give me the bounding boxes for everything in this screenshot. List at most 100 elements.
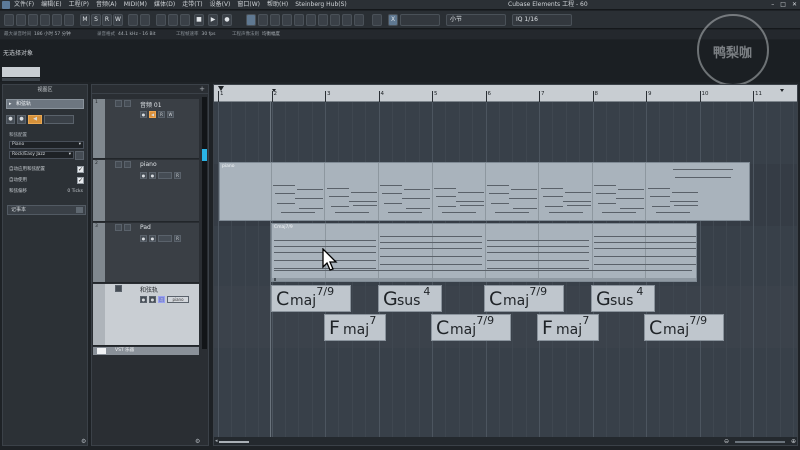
inspector-track-button[interactable]: ▸ 和弦轨 (6, 99, 84, 109)
mute-button[interactable]: ● (140, 172, 147, 179)
frame-rate-info[interactable]: 工程帧速率 30 fps (176, 30, 215, 39)
undo-icon[interactable] (16, 14, 26, 26)
lane-icon[interactable] (52, 14, 62, 26)
track-name[interactable]: Pad (140, 224, 151, 231)
auto-apply-option[interactable]: 自动应用和弦配置 ✓ (9, 165, 84, 174)
track-expand-icon[interactable] (115, 224, 122, 231)
track-piano[interactable]: 2 piano ● ● R (93, 160, 199, 222)
vst-instruments-folder[interactable]: VST 乐器 (93, 347, 199, 355)
instrument-button[interactable] (158, 172, 172, 179)
follow-button[interactable]: ♫ (158, 296, 165, 303)
chord-event[interactable]: Fmaj 7 (324, 314, 386, 341)
chord-offset-value[interactable]: 0 Ticks (67, 187, 83, 196)
snap-type-select[interactable]: 小节 (446, 14, 506, 26)
instrument-button[interactable] (158, 235, 172, 242)
solo-button[interactable]: ● (17, 115, 26, 124)
redo-icon[interactable] (28, 14, 38, 26)
track-folder-icon[interactable] (124, 224, 131, 231)
play-tool-icon[interactable] (354, 14, 364, 26)
chord-event[interactable]: Cmaj 7/9 (484, 285, 564, 312)
erase-tool-icon[interactable] (294, 14, 304, 26)
read-button[interactable]: R (158, 111, 165, 118)
track-chord[interactable]: 和弦轨 ● ● ♫ piano (93, 284, 199, 346)
menu-file[interactable]: 文件(F) (14, 0, 34, 10)
zoom-tool-icon[interactable] (306, 14, 316, 26)
zoom-in-icon[interactable]: ⊕ (791, 437, 796, 445)
volume-slider[interactable] (44, 115, 74, 124)
minimize-icon[interactable]: – (771, 0, 774, 10)
chord-event[interactable]: Cmaj 7/9 (431, 314, 511, 341)
notebook-section[interactable]: 记事本 (7, 205, 86, 215)
stop-button[interactable]: ■ (194, 14, 204, 26)
horizontal-scrollbar[interactable]: ◂ ⊖ ⊕ (214, 437, 797, 445)
chord-event[interactable]: Cmaj 7/9 (271, 285, 351, 312)
resize-handle[interactable] (274, 278, 276, 281)
object-select-tool-icon[interactable] (246, 14, 256, 26)
draw-tool-icon[interactable] (330, 14, 340, 26)
track-audio-01[interactable]: 1 音频 01 ● ◀ R W (93, 99, 199, 159)
play-button[interactable]: ▶ (208, 14, 218, 26)
range-tool-icon[interactable] (258, 14, 268, 26)
chord-event[interactable]: Fmaj 7 (537, 314, 599, 341)
menu-midi[interactable]: MIDI(M) (124, 0, 147, 10)
cubase-app-icon[interactable] (2, 1, 10, 9)
menu-window[interactable]: 窗口(W) (237, 0, 260, 10)
quantize-select[interactable]: IQ 1/16 (512, 14, 572, 26)
track-name[interactable]: 和弦轨 (140, 285, 158, 294)
color-tool-icon[interactable] (372, 14, 382, 26)
pan-law-info[interactable]: 工程声像法则 均衡幅度 (232, 30, 280, 39)
edit-icon[interactable] (64, 14, 74, 26)
menu-devices[interactable]: 设备(V) (210, 0, 231, 10)
mute-button[interactable]: ● (6, 115, 15, 124)
scroll-thumb[interactable] (219, 441, 249, 443)
menu-media[interactable]: 媒体(D) (154, 0, 175, 10)
track-pad[interactable]: 3 Pad ● ● R (93, 223, 199, 283)
constrain-icon[interactable] (40, 14, 50, 26)
scroll-left-icon[interactable]: ◂ (215, 437, 218, 445)
menu-project[interactable]: 工程(P) (69, 0, 89, 10)
mute-tool-icon[interactable] (318, 14, 328, 26)
record-format-info[interactable]: 录音格式 44.1 kHz - 16 Bit (97, 30, 156, 39)
piano-midi-part[interactable]: piano (219, 162, 750, 221)
read-button[interactable]: R (174, 235, 181, 242)
right-locator-icon[interactable] (780, 89, 784, 92)
read-button[interactable]: R (174, 172, 181, 179)
write-mode-button[interactable]: W (113, 14, 123, 26)
settings-gear-icon[interactable]: ⚙ (195, 438, 200, 445)
menu-help[interactable]: 帮助(H) (267, 0, 288, 10)
track-folder-icon[interactable] (124, 100, 131, 107)
notebook-toggle-icon[interactable] (76, 207, 83, 213)
maximize-icon[interactable]: □ (780, 0, 786, 10)
rewind-icon[interactable] (156, 14, 166, 26)
overview-ruler[interactable] (2, 67, 40, 77)
suspend-icon[interactable] (140, 14, 150, 26)
close-icon[interactable]: ✕ (792, 0, 797, 10)
menu-steinberg-hub[interactable]: Steinberg Hub(S) (295, 0, 347, 10)
chord-offset-option[interactable]: 和弦偏移 0 Ticks (9, 187, 84, 196)
forward-icon[interactable] (168, 14, 178, 26)
track-name[interactable]: piano (140, 161, 157, 168)
menu-audio[interactable]: 音频(A) (96, 0, 117, 10)
solo-mode-button[interactable]: S (91, 14, 101, 26)
mute-button[interactable]: ● (140, 296, 147, 303)
project-window-event-display[interactable]: 1 2 3 4 5 6 7 8 9 10 11 piano Cmaj7/9 Cmaj 7/9 Gsus 4… (213, 84, 798, 446)
mute-button[interactable]: ● (140, 111, 147, 118)
monitor-button[interactable]: ◀ (28, 115, 42, 124)
chord-event[interactable]: Cmaj 7/9 (644, 314, 724, 341)
solo-button[interactable]: ● (149, 296, 156, 303)
auto-use-checkbox[interactable]: ✓ (77, 177, 84, 184)
zoom-slider[interactable] (734, 441, 785, 443)
track-expand-icon[interactable] (115, 100, 122, 107)
read-mode-button[interactable]: R (102, 14, 112, 26)
zoom-out-icon[interactable]: ⊖ (724, 437, 729, 445)
auto-apply-checkbox[interactable]: ✓ (77, 166, 84, 173)
track-name[interactable]: 音频 01 (140, 100, 162, 109)
line-tool-icon[interactable] (342, 14, 352, 26)
mute-mode-button[interactable]: M (80, 14, 90, 26)
activate-project-icon[interactable] (4, 14, 14, 26)
grid-type-select[interactable] (400, 14, 440, 26)
timeline-ruler[interactable]: 1 2 3 4 5 6 7 8 9 10 11 (214, 85, 797, 102)
glue-tool-icon[interactable] (282, 14, 292, 26)
chord-event[interactable]: Gsus 4 (591, 285, 655, 312)
solo-button[interactable]: ● (149, 235, 156, 242)
